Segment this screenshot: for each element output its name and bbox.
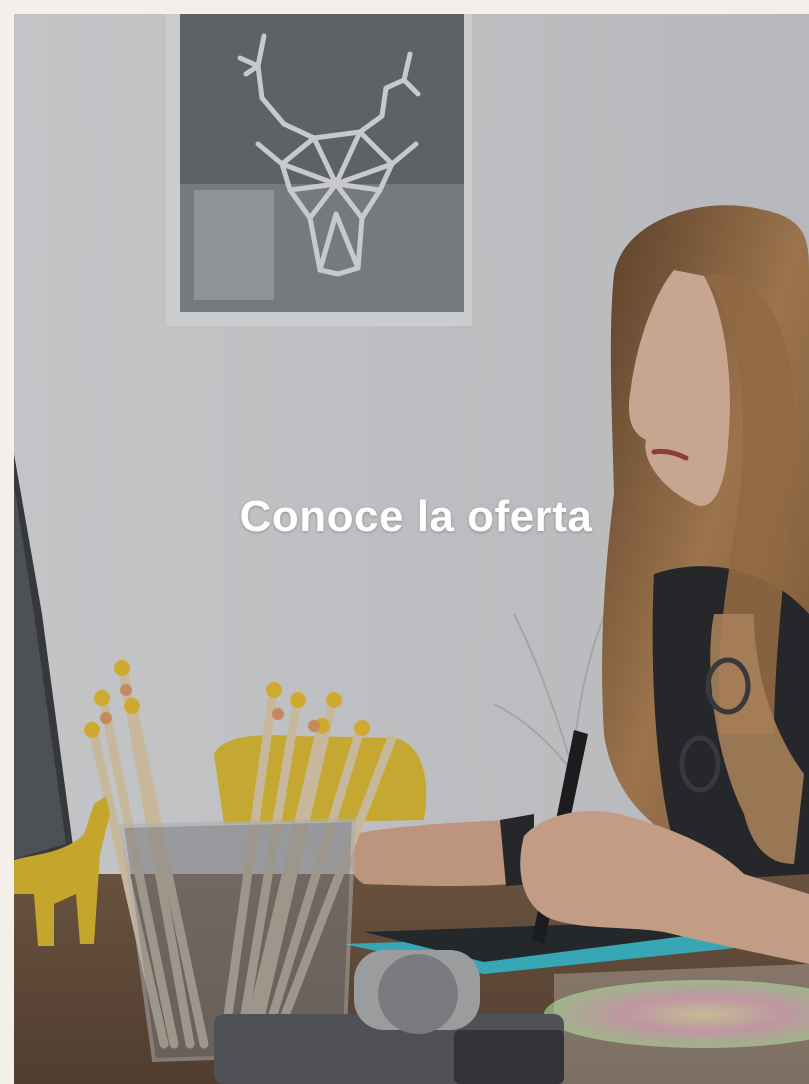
promo-banner[interactable]: Conoce la oferta — [14, 14, 809, 1084]
headline-link[interactable]: Conoce la oferta — [14, 492, 809, 542]
banner-photo — [14, 14, 809, 1084]
